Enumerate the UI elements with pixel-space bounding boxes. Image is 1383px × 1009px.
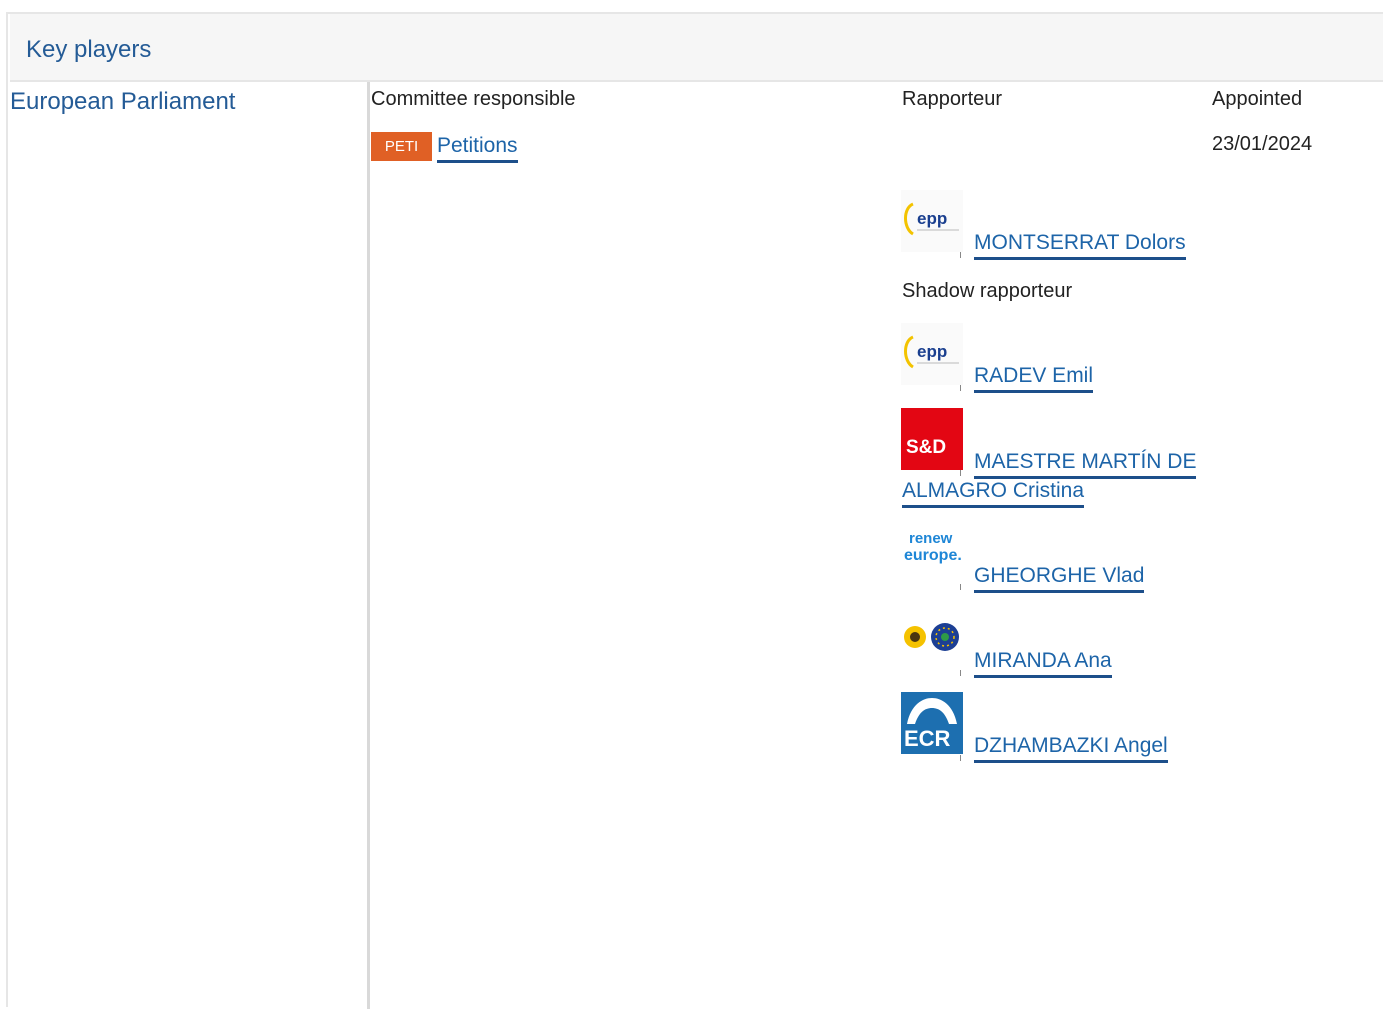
committee-responsible-header: Committee responsible (371, 88, 576, 110)
key-players-panel: Key players European Parliament (6, 12, 1383, 1009)
shadow-rapporteur-label: Shadow rapporteur (902, 280, 1073, 302)
sd-logo-icon: S&D (901, 408, 963, 470)
appointed-header: Appointed (1212, 88, 1303, 110)
epp-logo-icon: epp (901, 190, 963, 252)
appointed-date: 23/01/2024 (1212, 133, 1313, 155)
svg-text:epp: epp (917, 209, 947, 228)
epp-logo-icon: epp (901, 323, 963, 385)
shadow-rapporteur-link[interactable]: DZHAMBAZKI Angel (974, 731, 1168, 763)
renew-europe-logo-icon: renew europe. (901, 522, 963, 584)
tick-mark (960, 252, 961, 258)
committee-code-badge: PETI (371, 132, 432, 161)
tick-mark (960, 584, 961, 590)
rapporteur-header: Rapporteur (902, 88, 1003, 110)
key-players-title: Key players (26, 36, 152, 63)
tick-mark (960, 670, 961, 676)
rapporteur-link[interactable]: MONTSERRAT Dolors (974, 228, 1186, 260)
institution-column: European Parliament (8, 82, 370, 1009)
shadow-rapporteur-link[interactable]: RADEV Emil (974, 361, 1094, 393)
shadow-rapporteur-link[interactable]: ALMAGRO Cristina (902, 476, 1085, 508)
shadow-rapporteur-link[interactable]: MAESTRE MARTÍN DE (974, 447, 1197, 479)
tick-mark (960, 755, 961, 761)
shadow-rapporteur-link[interactable]: GHEORGHE Vlad (974, 561, 1145, 593)
committee-link-petitions[interactable]: Petitions (437, 131, 518, 163)
institution-name: European Parliament (10, 88, 236, 115)
ecr-logo-icon: ECR (901, 692, 963, 754)
svg-text:epp: epp (917, 342, 947, 361)
greens-efa-logo-icon (901, 609, 963, 671)
shadow-rapporteur-link[interactable]: MIRANDA Ana (974, 646, 1112, 678)
key-players-header: Key players (10, 14, 1383, 82)
tick-mark (960, 385, 961, 391)
